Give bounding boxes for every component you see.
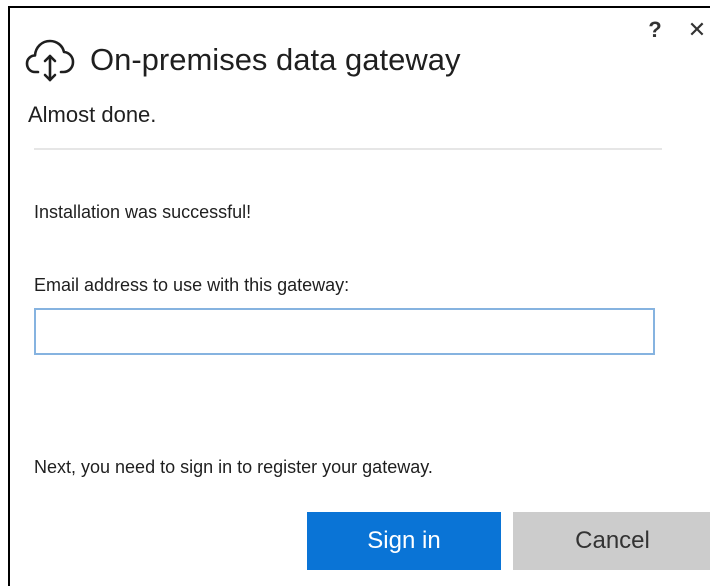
email-field[interactable] — [34, 308, 655, 355]
cloud-upload-download-icon — [24, 34, 76, 86]
sign-in-button[interactable]: Sign in — [307, 512, 501, 570]
dialog-header: On-premises data gateway — [24, 30, 460, 90]
app-title: On-premises data gateway — [90, 42, 461, 77]
cancel-button[interactable]: Cancel — [513, 512, 710, 570]
sign-in-instruction-text: Next, you need to sign in to register yo… — [34, 457, 433, 477]
installation-status-text: Installation was successful! — [34, 202, 252, 222]
email-field-label: Email address to use with this gateway: — [34, 275, 350, 295]
header-divider — [34, 148, 662, 150]
page-subtitle: Almost done. — [28, 102, 157, 127]
close-button[interactable]: ✕ — [686, 16, 708, 44]
help-button[interactable]: ? — [644, 16, 666, 44]
gateway-dialog: ? ✕ On-premises data gateway Almost done… — [8, 6, 710, 586]
